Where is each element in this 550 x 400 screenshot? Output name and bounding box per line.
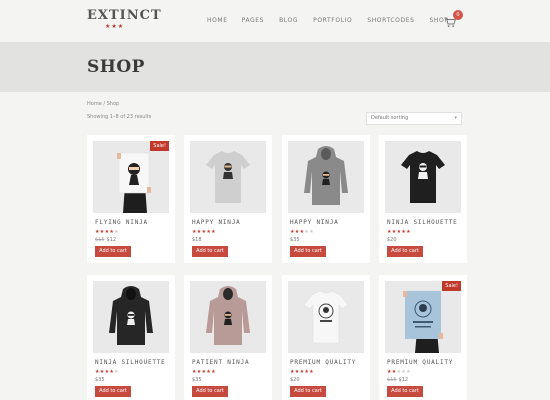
- star-icon: ★★★★★: [387, 229, 411, 235]
- product-name[interactable]: FLYING NINJA: [95, 219, 148, 226]
- product-name[interactable]: PREMIUM QUALITY: [290, 359, 356, 366]
- star-rating: ★★★★★: [387, 369, 411, 375]
- product-image[interactable]: Sale!: [93, 141, 169, 213]
- product-image[interactable]: Sale!: [385, 281, 461, 353]
- product-card[interactable]: HAPPY NINJA ★★★★★ $18 Add to cart: [184, 135, 272, 263]
- add-to-cart-button[interactable]: Add to cart: [387, 246, 423, 257]
- site-header: EXTINCT ★★★ HOME PAGES BLOG PORTFOLIO SH…: [0, 0, 550, 42]
- star-rating: ★★★★★: [192, 369, 216, 375]
- tshirt-image: [190, 141, 266, 213]
- product-name[interactable]: HAPPY NINJA: [290, 219, 339, 226]
- add-to-cart-button[interactable]: Add to cart: [192, 246, 228, 257]
- star-icon: ★★★★: [95, 369, 115, 375]
- star-icon: ★★★: [290, 229, 305, 235]
- logo-stars: ★★★: [105, 23, 125, 30]
- product-name[interactable]: NINJA SILHOUETTE: [387, 219, 458, 226]
- site-logo[interactable]: EXTINCT ★★★: [87, 8, 162, 31]
- page-title: SHOP: [87, 57, 145, 77]
- star-rating: ★★★★★: [95, 369, 119, 375]
- product-name[interactable]: PATIENT NINJA: [192, 359, 249, 366]
- product-name[interactable]: NINJA SILHOUETTE: [95, 359, 166, 366]
- star-rating: ★★★★★: [290, 369, 314, 375]
- hoodie-image: [288, 141, 364, 213]
- hoodie-image: [93, 281, 169, 353]
- star-icon: ★★★★★: [192, 229, 216, 235]
- product-image[interactable]: [385, 141, 461, 213]
- star-rating: ★★★★★: [192, 229, 216, 235]
- product-name[interactable]: HAPPY NINJA: [192, 219, 241, 226]
- nav-pages[interactable]: PAGES: [242, 17, 264, 24]
- product-card[interactable]: PATIENT NINJA ★★★★★ $35 Add to cart: [184, 275, 272, 400]
- product-card[interactable]: NINJA SILHOUETTE ★★★★★ $35 Add to cart: [87, 275, 175, 400]
- nav-shortcodes[interactable]: SHORTCODES: [367, 17, 414, 24]
- product-card[interactable]: HAPPY NINJA ★★★★★ $35 Add to cart: [282, 135, 370, 263]
- poster-image: [93, 141, 169, 213]
- add-to-cart-button[interactable]: Add to cart: [387, 386, 423, 397]
- cart-count-badge: 0: [453, 10, 463, 20]
- nav-portfolio[interactable]: PORTFOLIO: [313, 17, 352, 24]
- sale-price: $12: [106, 237, 117, 243]
- product-image[interactable]: [288, 141, 364, 213]
- product-image[interactable]: [190, 281, 266, 353]
- sort-select[interactable]: Default sorting ▾: [366, 112, 462, 125]
- tshirt-image: [288, 281, 364, 353]
- hoodie-image: [190, 281, 266, 353]
- star-empty-icon: ★★: [304, 229, 314, 235]
- product-card[interactable]: Sale! PREMIUM QUALITY ★★★★★ $15 $12 Add t…: [379, 275, 467, 400]
- old-price: $15: [387, 377, 397, 383]
- add-to-cart-button[interactable]: Add to cart: [290, 386, 326, 397]
- product-price: $20: [387, 237, 397, 243]
- star-icon: ★★★★: [95, 229, 115, 235]
- product-image[interactable]: [288, 281, 364, 353]
- sale-price: $12: [398, 377, 409, 383]
- main-nav: HOME PAGES BLOG PORTFOLIO SHORTCODES SHO…: [207, 17, 464, 24]
- product-image[interactable]: [93, 281, 169, 353]
- star-empty-icon: ★★★: [396, 369, 411, 375]
- result-count: Showing 1–8 of 23 results: [87, 114, 152, 120]
- product-price: $15 $12: [387, 377, 408, 383]
- star-rating: ★★★★★: [387, 229, 411, 235]
- product-price: $35: [290, 237, 300, 243]
- add-to-cart-button[interactable]: Add to cart: [290, 246, 326, 257]
- product-price: $35: [95, 377, 105, 383]
- star-icon: ★★★★★: [192, 369, 216, 375]
- star-empty-icon: ★: [114, 369, 119, 375]
- sort-label: Default sorting: [371, 115, 409, 121]
- product-name[interactable]: PREMIUM QUALITY: [387, 359, 453, 366]
- product-image[interactable]: [190, 141, 266, 213]
- nav-blog[interactable]: BLOG: [279, 17, 298, 24]
- old-price: $15: [95, 237, 105, 243]
- chevron-down-icon: ▾: [454, 115, 457, 121]
- page-title-band: SHOP: [0, 42, 550, 92]
- star-icon: ★★: [387, 369, 397, 375]
- tshirt-image: [385, 141, 461, 213]
- star-rating: ★★★★★: [95, 229, 119, 235]
- star-icon: ★★★★★: [290, 369, 314, 375]
- product-price: $15 $12: [95, 237, 116, 243]
- add-to-cart-button[interactable]: Add to cart: [95, 246, 131, 257]
- sale-badge: Sale!: [442, 281, 461, 291]
- product-price: $18: [192, 237, 202, 243]
- cart-button[interactable]: 0: [444, 10, 463, 28]
- logo-text: EXTINCT: [87, 8, 162, 23]
- star-empty-icon: ★: [114, 229, 119, 235]
- star-rating: ★★★★★: [290, 229, 314, 235]
- product-price: $35: [192, 377, 202, 383]
- product-card[interactable]: NINJA SILHOUETTE ★★★★★ $20 Add to cart: [379, 135, 467, 263]
- add-to-cart-button[interactable]: Add to cart: [192, 386, 228, 397]
- poster-image: [385, 281, 461, 353]
- product-card[interactable]: PREMIUM QUALITY ★★★★★ $20 Add to cart: [282, 275, 370, 400]
- product-card[interactable]: Sale! FLYING NINJA ★★★★★ $15 $12 Add to c…: [87, 135, 175, 263]
- breadcrumb[interactable]: Home / Shop: [87, 101, 119, 107]
- add-to-cart-button[interactable]: Add to cart: [95, 386, 131, 397]
- nav-home[interactable]: HOME: [207, 17, 228, 24]
- product-price: $20: [290, 377, 300, 383]
- sale-badge: Sale!: [150, 141, 169, 151]
